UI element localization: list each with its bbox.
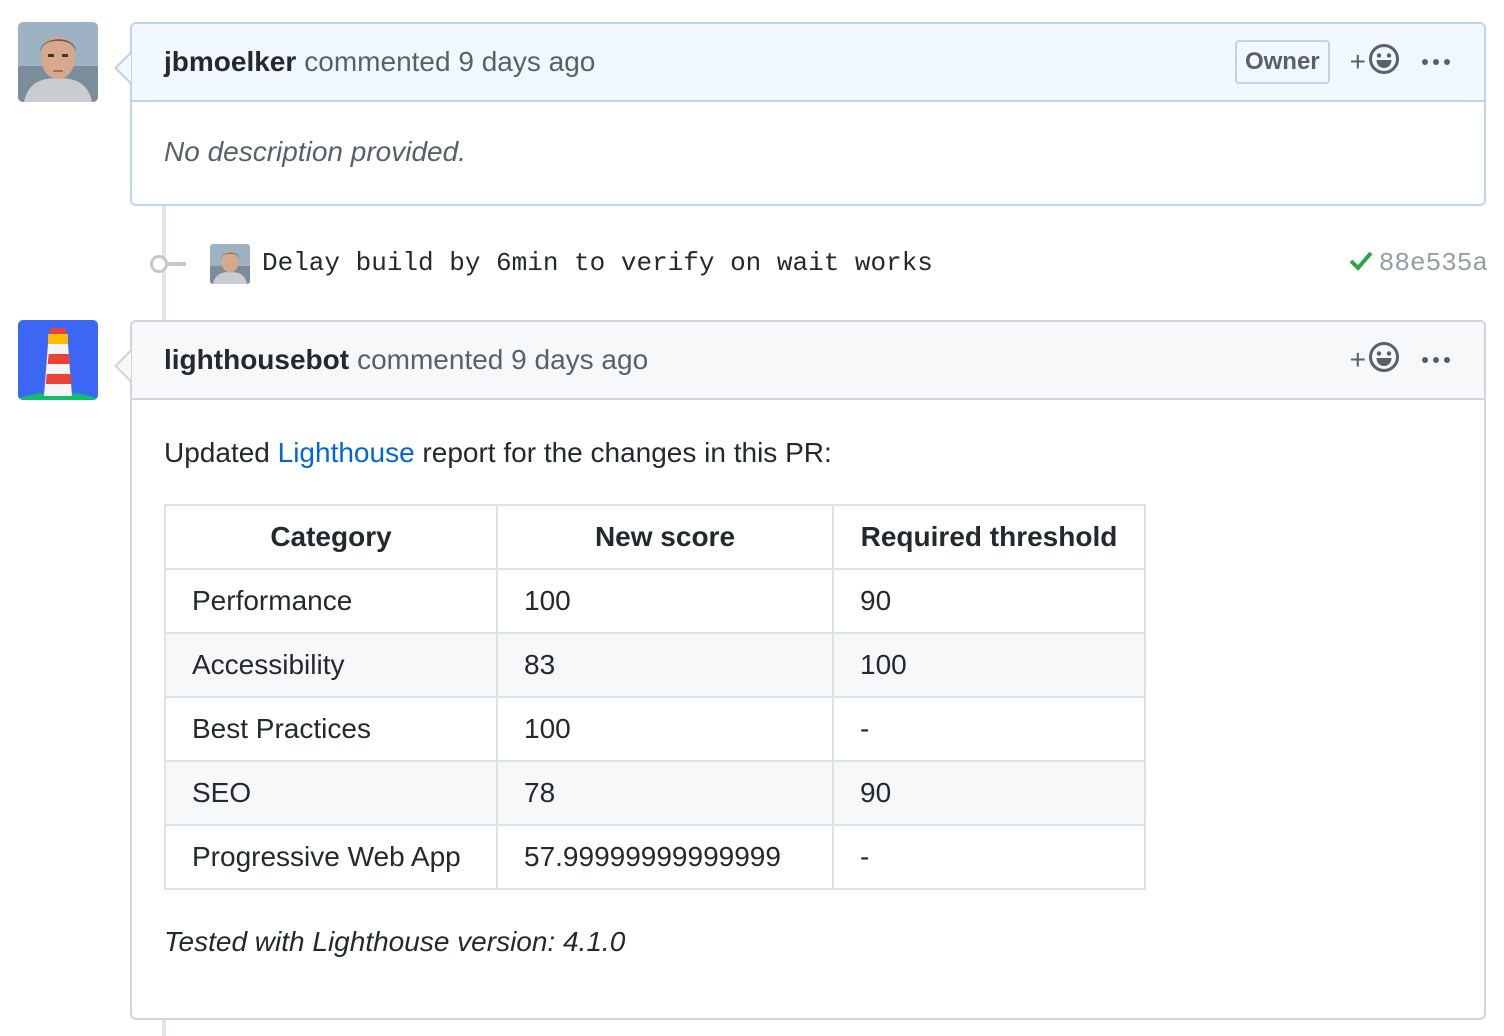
comment-body: No description provided. [132, 102, 1484, 204]
score-cell: 100 [496, 696, 834, 762]
comment-lighthousebot: lighthousebot commented 9 days ago + Upd… [114, 320, 1486, 1020]
lighthouse-link[interactable]: Lighthouse [278, 437, 415, 468]
threshold-cell: - [832, 696, 1146, 762]
owner-badge: Owner [1234, 40, 1330, 84]
threshold-cell: 90 [832, 760, 1146, 826]
avatar[interactable] [18, 22, 98, 102]
commit-icon [150, 255, 168, 273]
category-cell: Accessibility [164, 632, 498, 698]
intro-prefix: Updated [164, 437, 278, 468]
intro-suffix: report for the changes in this PR: [414, 437, 832, 468]
lighthouse-version-note: Tested with Lighthouse version: 4.1.0 [164, 926, 626, 957]
table-header-row: Category New score Required threshold [164, 504, 1146, 570]
table-row: Progressive Web App 57.99999999999999 - [164, 824, 1146, 890]
comment-header: jbmoelker commented 9 days ago Owner + [132, 24, 1484, 102]
comment-timestamp[interactable]: commented 9 days ago [304, 46, 595, 78]
column-header-new-score: New score [496, 504, 834, 570]
category-cell: Progressive Web App [164, 824, 498, 890]
add-reaction-button[interactable]: + [1350, 341, 1400, 380]
commit-row: Delay build by 6min to verify on wait wo… [130, 240, 1488, 288]
commit-sha[interactable]: 88e535a [1379, 248, 1488, 278]
comment-jbmoelker: jbmoelker commented 9 days ago Owner + N… [114, 22, 1486, 206]
comment-description: No description provided. [164, 136, 466, 167]
comment-body: Updated Lighthouse report for the change… [132, 400, 1484, 988]
add-reaction-button[interactable]: + [1350, 43, 1400, 82]
comment-timestamp[interactable]: commented 9 days ago [357, 344, 648, 376]
table-row: Best Practices 100 - [164, 696, 1146, 762]
category-cell: Best Practices [164, 696, 498, 762]
comment-caret [114, 52, 131, 84]
smiley-icon [1368, 43, 1400, 82]
column-header-required-threshold: Required threshold [832, 504, 1146, 570]
score-cell: 78 [496, 760, 834, 826]
category-cell: SEO [164, 760, 498, 826]
threshold-cell: 90 [832, 568, 1146, 634]
comment-actions: Owner + [1234, 40, 1454, 84]
comment-actions: + [1350, 341, 1454, 380]
check-icon[interactable] [1347, 246, 1375, 279]
kebab-menu-icon[interactable] [1418, 353, 1454, 367]
plus-icon: + [1349, 46, 1366, 77]
table-row: Performance 100 90 [164, 568, 1146, 634]
comment-author[interactable]: jbmoelker [164, 46, 296, 78]
comment-author[interactable]: lighthousebot [164, 344, 349, 376]
kebab-menu-icon[interactable] [1418, 55, 1454, 69]
report-intro: Updated Lighthouse report for the change… [164, 400, 1452, 470]
smiley-icon [1368, 341, 1400, 380]
column-header-category: Category [164, 504, 498, 570]
score-cell: 83 [496, 632, 834, 698]
commit-status: 88e535a [1347, 246, 1488, 279]
score-cell: 100 [496, 568, 834, 634]
table-row: SEO 78 90 [164, 760, 1146, 826]
plus-icon: + [1349, 344, 1366, 375]
category-cell: Performance [164, 568, 498, 634]
commit-message[interactable]: Delay build by 6min to verify on wait wo… [262, 248, 933, 278]
table-row: Accessibility 83 100 [164, 632, 1146, 698]
threshold-cell: - [832, 824, 1146, 890]
timeline-line [162, 1020, 166, 1036]
score-cell: 57.99999999999999 [496, 824, 834, 890]
comment-header: lighthousebot commented 9 days ago + [132, 322, 1484, 400]
commit-author-avatar[interactable] [210, 244, 250, 284]
scores-table: Category New score Required threshold Pe… [164, 504, 1146, 890]
comment-caret [114, 350, 131, 382]
threshold-cell: 100 [832, 632, 1146, 698]
bot-avatar[interactable] [18, 320, 98, 400]
